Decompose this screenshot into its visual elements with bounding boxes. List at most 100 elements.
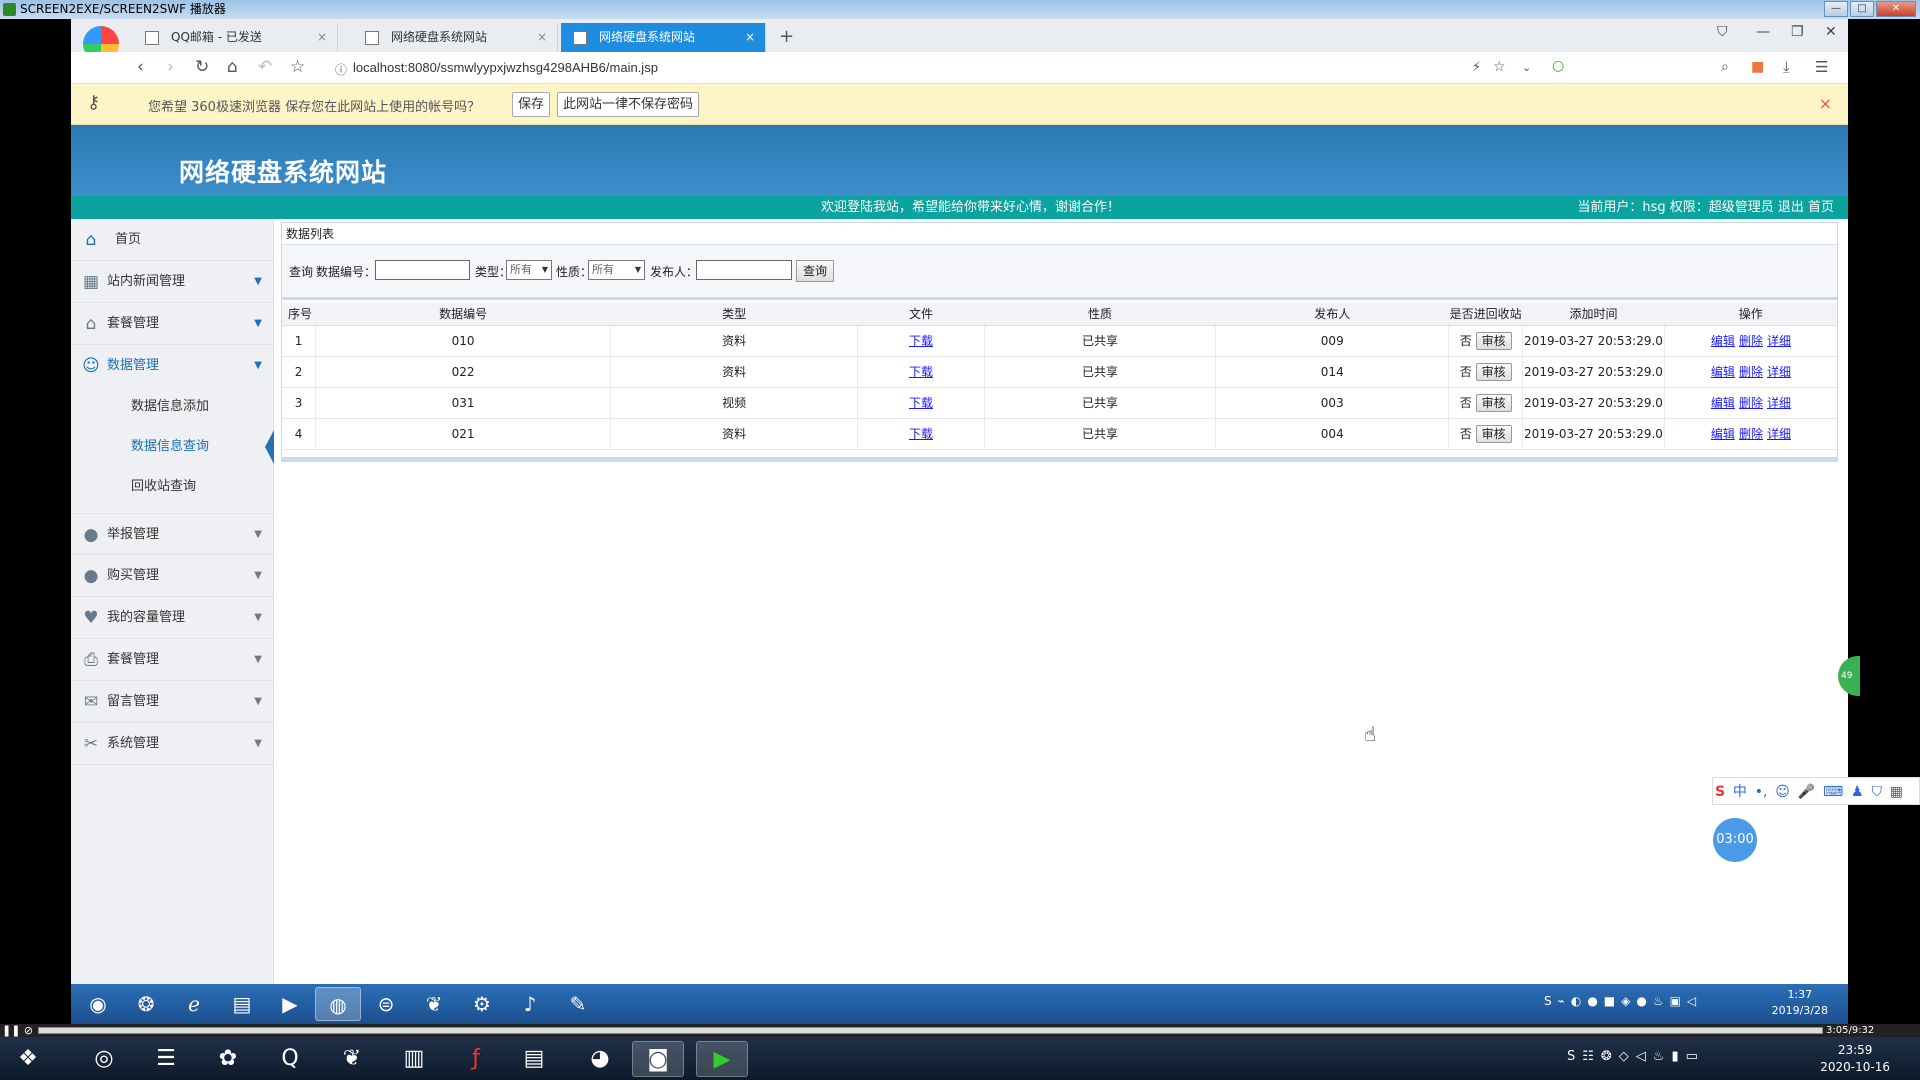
player-icon[interactable]: ▶ [696, 1041, 748, 1077]
flash-icon[interactable]: ƒ [450, 1041, 502, 1077]
bookmark-star-icon[interactable]: ☆ [1493, 59, 1506, 75]
audit-button[interactable]: 审核 [1475, 363, 1512, 381]
app-icon[interactable]: ❂ [123, 987, 169, 1021]
music-icon[interactable]: ♪ [507, 987, 553, 1021]
browser-360-icon[interactable]: ◍ [315, 987, 361, 1021]
media-icon[interactable]: ▶ [267, 987, 313, 1021]
ie-icon[interactable]: ℯ [171, 987, 217, 1021]
sogou-icon[interactable]: S [1715, 784, 1725, 800]
apps-icon[interactable]: ■ [1751, 59, 1764, 75]
forward-icon[interactable]: › [167, 57, 174, 77]
delete-link[interactable]: 删除 [1739, 427, 1763, 441]
sidebar-item-capacity[interactable]: ♥ 我的容量管理 ▼ [71, 597, 274, 639]
punct-icon[interactable]: •, [1755, 784, 1768, 800]
new-tab-button[interactable]: + [779, 23, 794, 51]
back-icon[interactable]: ‹ [137, 57, 144, 77]
pause-icon[interactable]: ❚❚ ⊘ [2, 1024, 33, 1037]
sidebar-item-home[interactable]: ⌂ 首页 [71, 219, 274, 261]
close-icon[interactable]: ✕ [1825, 24, 1837, 40]
ime-mode[interactable]: 中 [1733, 781, 1747, 801]
sidebar-item-system[interactable]: ✂ 系统管理 ▼ [71, 723, 274, 765]
minimize-button[interactable]: — [1824, 1, 1848, 17]
download-link[interactable]: 下载 [909, 396, 933, 410]
detail-link[interactable]: 详细 [1767, 427, 1791, 441]
minimize-icon[interactable]: — [1756, 24, 1770, 40]
save-password-button[interactable]: 保存 [512, 92, 551, 117]
close-window-button[interactable]: ✕ [1876, 1, 1916, 17]
edit-link[interactable]: 编辑 [1711, 334, 1735, 348]
sidebar-item-package-2[interactable]: ⎙ 套餐管理 ▼ [71, 639, 274, 681]
maximize-button[interactable]: □ [1850, 1, 1874, 17]
shirt-icon[interactable]: ⛉ [1717, 24, 1728, 40]
ime-toolbar[interactable]: S 中 •, ☺ 🎤 ⌨ ♟ ⛉ ▦ [1712, 777, 1920, 805]
detail-link[interactable]: 详细 [1767, 334, 1791, 348]
menu-icon[interactable]: ☰ [1815, 58, 1828, 76]
restore-icon[interactable]: ❐ [1791, 24, 1804, 40]
sidebar-item-data[interactable]: ☺ 数据管理 ▼ [71, 345, 274, 387]
star-icon[interactable]: ☆ [290, 57, 305, 77]
undo-icon[interactable]: ↶ [258, 57, 272, 77]
tab-close-icon[interactable]: × [317, 23, 327, 52]
audit-button[interactable]: 审核 [1475, 394, 1512, 412]
sidebar-sub-data-query[interactable]: 数据信息查询 [71, 427, 274, 467]
tray-icons[interactable]: S⌁◐●■◈●♨▣◁ [1544, 994, 1702, 1008]
chart-icon[interactable]: ▥ [388, 1041, 440, 1077]
sidebar-item-purchase[interactable]: ● 购买管理 ▼ [71, 555, 274, 597]
baidu-icon[interactable]: ✿ [202, 1041, 254, 1077]
download-link[interactable]: 下载 [909, 427, 933, 441]
leaf-icon[interactable]: ❦ [326, 1041, 378, 1077]
lightning-icon[interactable]: ⚡ [1472, 60, 1481, 75]
address-bar[interactable]: localhost:8080/ssmwlyypxjwzhsg4298AHB6/m… [353, 60, 658, 75]
tab-qqmail[interactable]: QQ邮箱 - 已发送 × [133, 23, 338, 52]
close-bar-icon[interactable]: × [1819, 94, 1832, 113]
search-icon[interactable]: ⌕ [1721, 59, 1729, 75]
grid-icon[interactable]: ▦ [1890, 784, 1903, 800]
download-icon[interactable]: ⤓ [1783, 58, 1790, 76]
type-select[interactable]: 所有 [506, 260, 552, 280]
download-link[interactable]: 下载 [909, 334, 933, 348]
game-icon[interactable]: ⚙ [459, 987, 505, 1021]
tab-netdisk-1[interactable]: 网络硬盘系统网站 × [353, 23, 558, 52]
download-link[interactable]: 下载 [909, 365, 933, 379]
publisher-input[interactable] [696, 260, 792, 280]
sidebar-sub-data-add[interactable]: 数据信息添加 [71, 387, 274, 427]
extension-icon[interactable]: ○ [1552, 58, 1564, 74]
query-button[interactable]: 查询 [796, 260, 835, 282]
sidebar-item-package[interactable]: ⌂ 套餐管理 ▼ [71, 303, 274, 345]
folder-icon[interactable]: ▤ [508, 1041, 560, 1077]
home-icon[interactable]: ⌂ [227, 57, 238, 77]
edit-link[interactable]: 编辑 [1711, 427, 1735, 441]
sidebar-item-news[interactable]: ▦ 站内新闻管理 ▼ [71, 261, 274, 303]
mic-icon[interactable]: 🎤 [1798, 784, 1815, 800]
sidebar-item-message[interactable]: ✉ 留言管理 ▼ [71, 681, 274, 723]
user-info[interactable]: 当前用户：hsg 权限：超级管理员 退出 首页 [1577, 196, 1834, 219]
delete-link[interactable]: 删除 [1739, 334, 1763, 348]
progress-track[interactable] [38, 1027, 1823, 1034]
edit-link[interactable]: 编辑 [1711, 396, 1735, 410]
app-icon[interactable]: ☰ [140, 1041, 192, 1077]
code-input[interactable] [375, 260, 470, 280]
never-save-button[interactable]: 此网站一律不保存密码 [557, 92, 700, 117]
start-icon[interactable]: ❖ [2, 1041, 54, 1077]
detail-link[interactable]: 详细 [1767, 365, 1791, 379]
skin-icon[interactable]: ♟ [1851, 784, 1864, 800]
shirt-icon[interactable]: ⛉ [1871, 784, 1882, 800]
edit-link[interactable]: 编辑 [1711, 365, 1735, 379]
tab-close-icon[interactable]: × [537, 23, 547, 52]
search-app-icon[interactable]: Q [264, 1041, 316, 1077]
audit-button[interactable]: 审核 [1475, 332, 1512, 350]
avatar-icon[interactable]: ◙ [632, 1041, 684, 1077]
sidebar-sub-recycle[interactable]: 回收站查询 [71, 467, 274, 507]
chrome-icon[interactable]: ◎ [78, 1041, 130, 1077]
delete-link[interactable]: 删除 [1739, 396, 1763, 410]
notepad-icon[interactable]: ✎ [555, 987, 601, 1021]
emoji-icon[interactable]: ☺ [1775, 784, 1790, 800]
timer-badge[interactable]: 03:00 [1713, 818, 1757, 862]
dropdown-icon[interactable]: ⌄ [1522, 61, 1531, 74]
tab-close-icon[interactable]: × [745, 23, 755, 52]
keyboard-icon[interactable]: ⌨ [1823, 784, 1843, 800]
start-orb-icon[interactable]: ◉ [75, 987, 121, 1021]
leaf-icon[interactable]: ❦ [411, 987, 457, 1021]
tray-icons[interactable]: S☷❂◇◁♨▮▭ [1567, 1049, 1705, 1064]
sidebar-item-report[interactable]: ● 举报管理 ▼ [71, 513, 274, 555]
